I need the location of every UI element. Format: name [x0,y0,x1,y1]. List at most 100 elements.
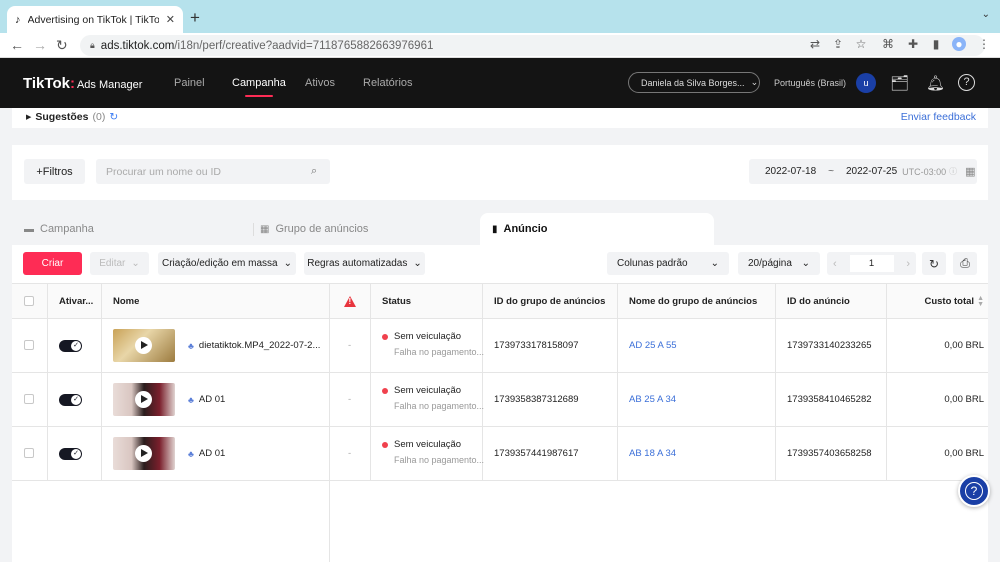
refresh-button[interactable]: ↻ [922,252,946,275]
tab-campaign[interactable]: ▬ Campanha [12,213,252,245]
bell-icon[interactable]: 🔔︎ [926,74,945,92]
adgroup-name-link[interactable]: AB 18 A 34 [629,448,676,459]
reload-icon[interactable]: ↻ [56,37,68,54]
table-row[interactable]: ✓ ♣ AD 01 - Sem veiculação Falha no pagam… [12,427,988,481]
cost-value: 0,00 BRL [944,340,984,351]
close-tab-icon[interactable]: ✕ [166,13,175,26]
ad-thumbnail[interactable] [113,329,175,362]
refresh-icon: ↻ [928,256,940,271]
warning-icon [344,296,356,307]
ad-name[interactable]: ♣ AD 01 [188,394,225,405]
forward-icon[interactable]: → [33,37,47,53]
profile-icon[interactable]: ● [952,37,966,51]
ad-creative-icon: ♣ [188,394,194,405]
url-field[interactable]: 🔒︎ ads.tiktok.com/i18n/perf/creative?aad… [80,35,985,56]
nav-campanha[interactable]: Campanha [232,77,286,97]
bookmark-star-icon[interactable]: ☆ [854,37,868,51]
help-icon[interactable]: ? [958,74,975,91]
automated-rules-button[interactable]: Regras automatizadas ⌄ [304,252,425,275]
status-cell: Sem veiculação Falha no pagamento... [382,385,484,411]
bulk-edit-button[interactable]: Criação/edição em massa ⌄ [158,252,296,275]
create-button[interactable]: Criar [23,252,82,275]
language-selector[interactable]: Português (Brasil) [774,78,846,88]
browser-menu-icon[interactable]: ⋮ [977,37,991,51]
adgroup-name-link[interactable]: AD 25 A 55 [629,340,677,351]
suggestions-toggle[interactable]: ▶ Sugestões (0) ↻ [26,111,118,123]
nav-painel[interactable]: Painel [174,77,205,89]
row-checkbox[interactable] [24,340,34,350]
columns-selector[interactable]: Colunas padrão ⌄ [607,252,729,275]
date-end: 2022-07-25 [846,166,898,177]
extensions-puzzle-icon[interactable]: ✚ [906,37,920,51]
devtools-extension-icon[interactable]: ⌘ [881,37,895,51]
col-adgroup-id[interactable]: ID do grupo de anúncios [494,284,605,319]
col-status[interactable]: Status [382,284,411,319]
nav-relatorios[interactable]: Relatórios [363,77,413,89]
share-icon[interactable]: ⇪ [831,37,845,51]
ad-thumbnail[interactable] [113,437,175,470]
calendar-icon: ▦ [965,166,976,178]
tiktok-logo[interactable]: TikTok: Ads Manager [23,75,142,92]
sort-icon[interactable]: ▲ ▼ [977,295,984,308]
col-name[interactable]: Nome [113,284,139,319]
date-range-picker[interactable]: 2022-07-18 ~ 2022-07-25 UTC-03:00 ⓘ ▦ [749,159,977,184]
nav-ativos[interactable]: Ativos [305,77,335,89]
ad-creative-icon: ♣ [188,448,194,459]
col-cost[interactable]: Custo total ▲ ▼ [892,284,984,319]
select-all-checkbox[interactable] [24,296,34,306]
app-header: TikTok: Ads Manager Painel Campanha Ativo… [0,58,1000,108]
adgroup-id: 1739733178158097 [494,340,579,351]
help-chat-button[interactable]: ? [958,475,990,507]
issue-cell: - [348,394,352,405]
prev-page-icon[interactable]: ‹ [833,258,837,270]
account-selector[interactable]: Daniela da Silva Borges... ⌄ [628,72,760,93]
col-adgroup-name[interactable]: Nome do grupo de anúncios [629,284,757,319]
chevron-down-icon: ⌄ [131,258,140,269]
avatar[interactable]: u [856,73,876,93]
activate-toggle[interactable]: ✓ [59,448,82,460]
ad-name[interactable]: ♣ dietatiktok.MP4_2022-07-2... [188,340,320,351]
tab-search-chevron-icon[interactable]: ⌄ [982,9,990,20]
ad-thumbnail[interactable] [113,383,175,416]
next-page-icon[interactable]: › [906,258,910,270]
browser-tab[interactable]: ♪ Advertising on TikTok | TikTok Ads ✕ [7,6,183,33]
activate-toggle[interactable]: ✓ [59,394,82,406]
send-feedback-link[interactable]: Enviar feedback [901,111,976,123]
status-error-dot [382,333,388,340]
page-number-input[interactable]: 1 [849,255,894,272]
export-button[interactable]: ⎙ [953,252,977,275]
folder-icon: ▬ [24,223,34,235]
activate-toggle[interactable]: ✓ [59,340,82,352]
side-panel-icon[interactable]: ▮ [929,37,943,51]
row-checkbox[interactable] [24,448,34,458]
level-tabs: ▬ Campanha ▦ Grupo de anúncios ▮ Anúncio [12,213,988,245]
status-error-dot [382,441,388,448]
row-checkbox[interactable] [24,394,34,404]
col-ad-id[interactable]: ID do anúncio [787,284,850,319]
briefcase-icon[interactable]: 🗂︎ [890,74,909,92]
table-row[interactable]: ✓ ♣ AD 01 - Sem veiculação Falha no pagam… [12,373,988,427]
adgroup-id: 1739357441987617 [494,448,579,459]
col-activate[interactable]: Ativar... [59,284,93,319]
search-input[interactable] [96,159,330,184]
filters-button[interactable]: +Filtros [24,159,85,184]
translate-icon[interactable]: ⇄ [808,37,822,51]
refresh-icon[interactable]: ↻ [109,111,118,123]
edit-button[interactable]: Editar ⌄ [90,252,149,275]
tab-ad[interactable]: ▮ Anúncio [480,213,714,245]
date-start: 2022-07-18 [765,166,817,177]
ad-name[interactable]: ♣ AD 01 [188,448,225,459]
status-error-dot [382,387,388,394]
adgroup-name-link[interactable]: AB 25 A 34 [629,394,676,405]
table-row[interactable]: ✓ ♣ dietatiktok.MP4_2022-07-2... - Sem ve… [12,319,988,373]
tab-adgroup[interactable]: ▦ Grupo de anúncios [248,213,478,245]
play-icon [135,337,152,354]
page-size-selector[interactable]: 20/página ⌄ [738,252,820,275]
new-tab-icon[interactable]: + [190,8,200,28]
chevron-down-icon: ⌄ [710,258,719,269]
col-warning [344,296,356,307]
adgroup-id: 1739358387312689 [494,394,579,405]
back-icon[interactable]: ← [10,37,24,53]
chevron-down-icon: ⌄ [801,258,810,269]
lock-icon: 🔒︎ [90,40,95,50]
